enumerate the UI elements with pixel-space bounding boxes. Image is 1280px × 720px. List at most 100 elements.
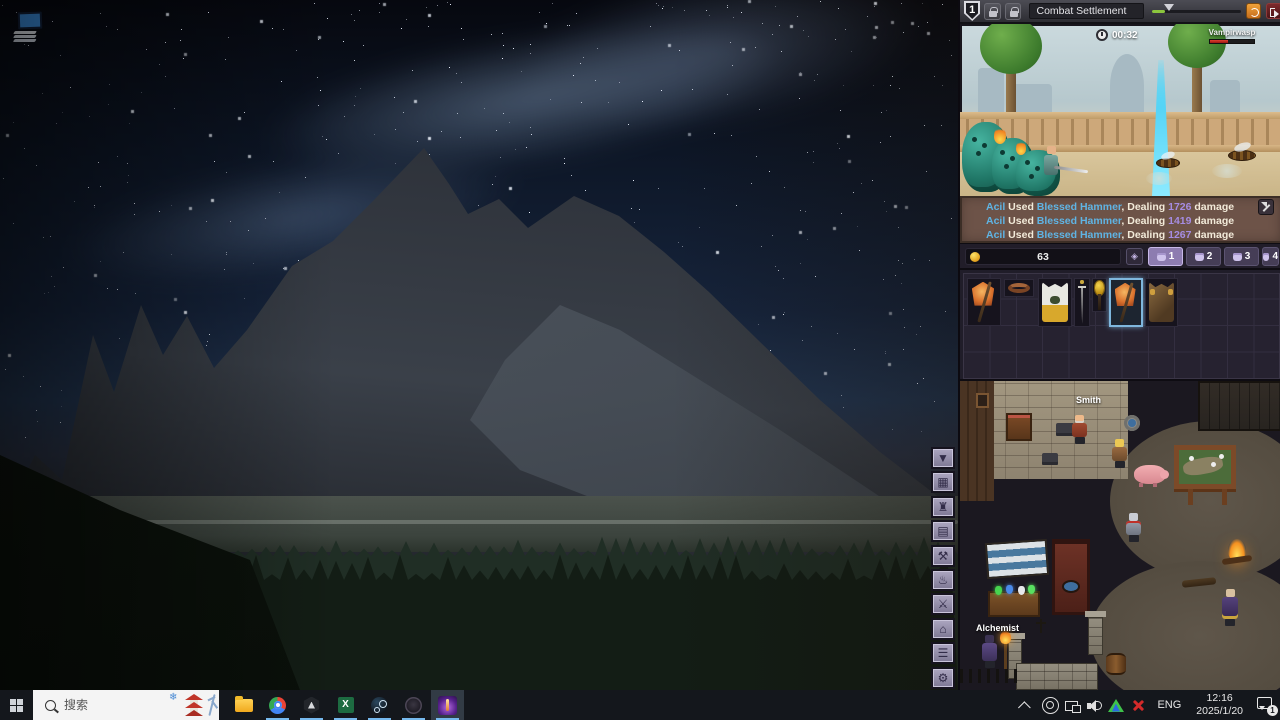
bag-tab-1[interactable]: 1 (1148, 247, 1183, 266)
fence (960, 669, 1020, 683)
battle-timer: 00:32 (1096, 29, 1138, 41)
dark-shed (1198, 381, 1280, 431)
language-indicator[interactable]: ENG (1149, 699, 1189, 711)
enemy-hp-bar (1209, 39, 1255, 44)
npc-alchemist-label: Alchemist (976, 623, 1019, 633)
winter-tree-icon (208, 694, 215, 716)
clock-time: 12:16 (1196, 692, 1243, 705)
volume-icon[interactable] (1086, 697, 1103, 714)
quest-list-button[interactable]: ☰ (931, 642, 955, 664)
desktop-wallpaper (0, 0, 958, 690)
refresh-button[interactable] (1246, 3, 1262, 19)
lock-icon[interactable] (1005, 3, 1022, 20)
taskbar-app-game-arcane[interactable] (431, 690, 464, 720)
search-icon (45, 700, 56, 711)
slider-handle[interactable] (1164, 4, 1174, 16)
stone-wall (1016, 663, 1098, 690)
village-scene: Smith Alchemist (960, 381, 1280, 690)
expand-log-button[interactable] (1258, 199, 1274, 215)
inventory-grid[interactable] (963, 273, 1280, 379)
inventory-item-axe[interactable] (967, 278, 1001, 326)
taskbar-app-steam[interactable] (363, 690, 396, 720)
bag-tab-4[interactable]: 4 (1262, 247, 1279, 266)
npc-mage[interactable] (1222, 589, 1238, 626)
game-header-bar: 1 Combat Settlement (960, 0, 1280, 24)
windows-logo-icon (10, 699, 23, 712)
npc-knight[interactable] (1126, 513, 1141, 542)
notice-board[interactable] (1174, 445, 1236, 489)
inventory-item-axe[interactable] (1109, 278, 1143, 327)
hidden-icons-chevron[interactable] (1018, 701, 1031, 714)
city-tower (978, 68, 1004, 118)
journal-button[interactable]: ▤ (931, 520, 955, 542)
city-buildings-button[interactable]: ▦ (931, 471, 955, 493)
tavern-button[interactable]: ♨ (931, 569, 955, 591)
potion-blue (1006, 585, 1013, 594)
inventory-item-armor-light[interactable] (1038, 278, 1072, 327)
alchemy-awning (985, 539, 1049, 579)
taskbar-app-game-hex[interactable] (295, 690, 328, 720)
campfire (1228, 539, 1246, 561)
lock-icon[interactable] (984, 3, 1001, 20)
inventory-item-mace[interactable] (1092, 278, 1107, 312)
npc-alchemist[interactable] (982, 635, 997, 668)
water-barrel (1124, 415, 1140, 431)
home-button[interactable]: ⌂ (931, 618, 955, 640)
smithy-button[interactable]: ⚒ (931, 545, 955, 567)
milky-way (0, 0, 958, 483)
slider-fill (1152, 10, 1165, 13)
npc-blonde[interactable] (1112, 439, 1127, 468)
hero-character (1044, 146, 1058, 175)
inventory-item-armor-heavy[interactable] (1145, 278, 1178, 327)
this-pc-icon[interactable] (14, 10, 46, 42)
taskbar-app-file-explorer[interactable] (227, 690, 260, 720)
collapse-panel-button[interactable]: ▼ (931, 447, 955, 469)
timer-value: 00:32 (1112, 30, 1138, 41)
obs-tray-icon[interactable] (1042, 697, 1059, 714)
potion-green (995, 586, 1002, 595)
notification-count: 1 (1267, 705, 1278, 716)
clock-icon (1096, 29, 1108, 41)
system-tray: ENG 12:16 2025/1/20 1 (1016, 690, 1280, 720)
enemy-plate: Vampirwasp (1206, 28, 1258, 44)
pig[interactable] (1134, 465, 1166, 484)
red-cross-tray-icon[interactable] (1130, 697, 1147, 714)
armory-button[interactable]: ♜ (931, 496, 955, 518)
taskbar-app-chrome[interactable] (261, 690, 294, 720)
gem-button[interactable]: ◈ (1126, 248, 1143, 265)
search-input[interactable] (64, 698, 164, 712)
mountain-silhouette (0, 0, 958, 690)
gpu-tray-icon[interactable] (1108, 697, 1125, 714)
bag-tab-2[interactable]: 2 (1186, 247, 1221, 266)
npc-smith[interactable] (1072, 415, 1087, 444)
star-field-bright (0, 0, 1, 1)
settings-button[interactable]: ⚙ (931, 667, 955, 689)
potion-white (1018, 586, 1025, 595)
taskbar-app-game-round[interactable] (397, 690, 430, 720)
shield-badge[interactable]: 1 (964, 1, 980, 21)
inventory-item-belt[interactable] (1004, 279, 1034, 297)
mountain-scree (0, 0, 958, 690)
notification-center[interactable]: 1 (1250, 690, 1280, 720)
enemy-name: Vampirwasp (1206, 28, 1258, 37)
clock[interactable]: 12:16 2025/1/20 (1189, 692, 1250, 718)
start-button[interactable] (0, 690, 33, 720)
snowflake-icon: ❄ (169, 692, 177, 703)
clock-date: 2025/1/20 (1196, 705, 1243, 718)
weapons-button[interactable]: ⚔ (931, 593, 955, 615)
left-forest-shadow (0, 0, 958, 690)
pc-network-tray-icon[interactable] (1064, 698, 1081, 715)
header-slider[interactable] (1152, 10, 1241, 13)
inventory-item-sword[interactable] (1074, 278, 1090, 327)
excel-icon: X (338, 697, 354, 713)
keyboard-icon (13, 31, 37, 34)
bag-tab-3[interactable]: 3 (1224, 247, 1259, 266)
taskbar-search[interactable]: ❄ (33, 690, 219, 720)
combat-log-line: Acil Used Blessed Hammer, Dealing 1419 d… (986, 214, 1280, 228)
star-field (0, 0, 1, 1)
combat-log-line: Acil Used Blessed Hammer, Dealing 1267 d… (986, 228, 1280, 242)
exit-button[interactable] (1266, 3, 1280, 19)
game-sidebar-toolbar: ▼▦ ♜▤ ⚒♨⚔ ⌂☰ ⚙ (931, 447, 957, 691)
taskbar-app-excel[interactable]: X (329, 690, 362, 720)
arcane-game-icon (438, 696, 457, 715)
